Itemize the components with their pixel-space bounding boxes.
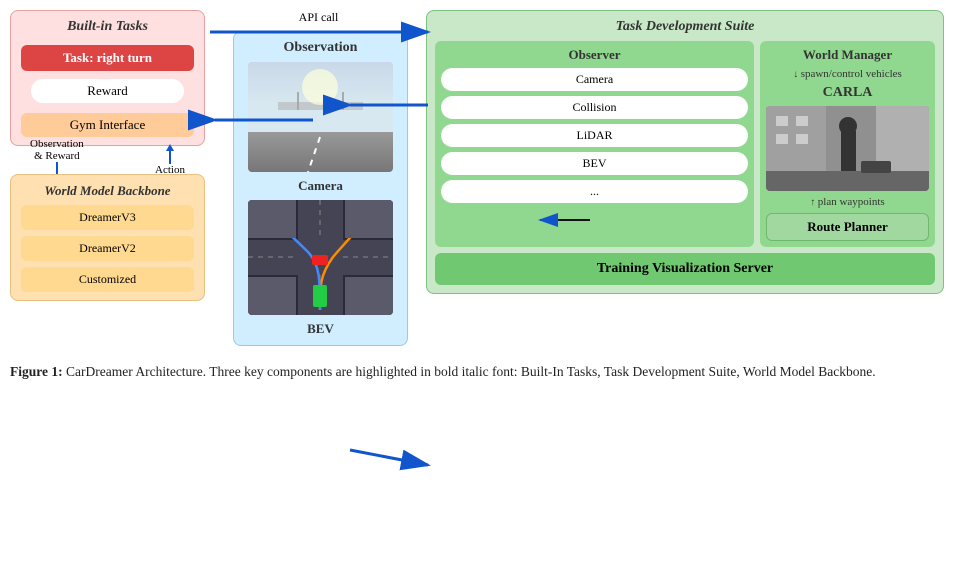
caption: Figure 1: CarDreamer Architecture. Three…: [10, 362, 944, 382]
road-scene-svg: [248, 62, 393, 172]
left-panel: Built-in Tasks Task: right turn Reward G…: [10, 10, 205, 301]
world-model-panel: World Model Backbone DreamerV3 DreamerV2…: [10, 174, 205, 301]
builtin-tasks-panel: Built-in Tasks Task: right turn Reward G…: [10, 10, 205, 146]
observer-title: Observer: [441, 47, 748, 63]
task-dev-suite: Task Development Suite Observer Camera C…: [426, 10, 944, 294]
more-observer: ...: [441, 180, 748, 203]
camera-label: Camera: [298, 178, 343, 194]
bev-image: [248, 200, 393, 315]
caption-text: CarDreamer Architecture. Three key compo…: [63, 364, 876, 379]
main-diagram: Built-in Tasks Task: right turn Reward G…: [10, 10, 944, 346]
main-wrapper: Built-in Tasks Task: right turn Reward G…: [10, 10, 944, 346]
customized-item: Customized: [21, 267, 194, 292]
plan-waypoints-label: ↑ plan waypoints: [766, 196, 929, 208]
carla-title: CARLA: [766, 85, 929, 101]
reward-box: Reward: [31, 79, 184, 103]
world-manager-title: World Manager: [766, 47, 929, 63]
observation-panel: Observation: [233, 31, 408, 346]
builtin-tasks-title: Built-in Tasks: [21, 19, 194, 35]
diagram-container: Built-in Tasks Task: right turn Reward G…: [10, 10, 944, 382]
road-image: [248, 62, 393, 172]
task-right-turn: Task: right turn: [21, 45, 194, 71]
api-call-label: API call: [299, 10, 339, 25]
observation-label: Observation: [284, 40, 358, 56]
up-arrow-icon: [161, 144, 179, 164]
dreamerv2-item: DreamerV2: [21, 236, 194, 261]
lidar-observer: LiDAR: [441, 124, 748, 147]
training-viz-server: Training Visualization Server: [435, 253, 935, 285]
action-label: Action: [155, 144, 185, 176]
bev-label: BEV: [307, 321, 334, 337]
collision-observer: Collision: [441, 96, 748, 119]
api-call-row: API call: [225, 10, 416, 25]
task-dev-title: Task Development Suite: [435, 19, 935, 35]
route-planner-box: Route Planner: [766, 213, 929, 241]
middle-section: API call Observation: [225, 10, 416, 346]
camera-observer: Camera: [441, 68, 748, 91]
spawn-label: ↓ spawn/control vehicles: [766, 68, 929, 80]
gym-interface: Gym Interface: [21, 113, 194, 137]
bev-observer: BEV: [441, 152, 748, 175]
bev-scene-svg: [248, 200, 393, 315]
world-manager-column: World Manager ↓ spawn/control vehicles C…: [760, 41, 935, 247]
world-model-title: World Model Backbone: [21, 183, 194, 199]
api-arrow-spacer: [205, 10, 225, 22]
task-dev-inner: Observer Camera Collision LiDAR BEV ... …: [435, 41, 935, 247]
vert-arrows: Observation& Reward Action: [10, 146, 205, 174]
carla-scene-svg: [766, 106, 929, 191]
dreamerv3-item: DreamerV3: [21, 205, 194, 230]
observer-column: Observer Camera Collision LiDAR BEV ...: [435, 41, 754, 247]
caption-figure: Figure 1:: [10, 364, 63, 379]
carla-image: [766, 106, 929, 191]
